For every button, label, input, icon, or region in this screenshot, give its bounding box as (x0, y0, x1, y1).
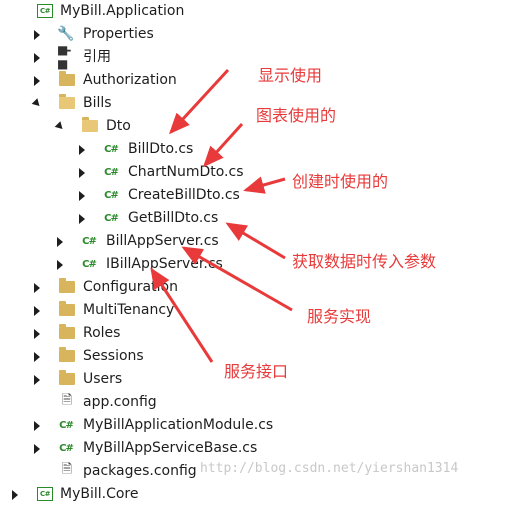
annotation-arrow-iface (150, 267, 214, 363)
watermark: http://blog.csdn.net/yiershan1314 (200, 461, 459, 476)
annotation-arrow-display (168, 68, 230, 135)
annotation-create: 创建时使用的 (292, 172, 389, 191)
annotation-get: 获取数据时传入参数 (292, 252, 437, 271)
annotation-arrow-get (225, 222, 286, 260)
annotation-arrow-create (243, 176, 286, 194)
annotation-arrow-chart (202, 122, 244, 168)
annotation-iface: 服务接口 (224, 362, 289, 381)
annotation-display: 显示使用 (258, 66, 323, 85)
annotation-impl: 服务实现 (307, 307, 372, 326)
annotation-arrow-impl (181, 246, 293, 312)
annotation-chart: 图表使用的 (256, 106, 337, 125)
